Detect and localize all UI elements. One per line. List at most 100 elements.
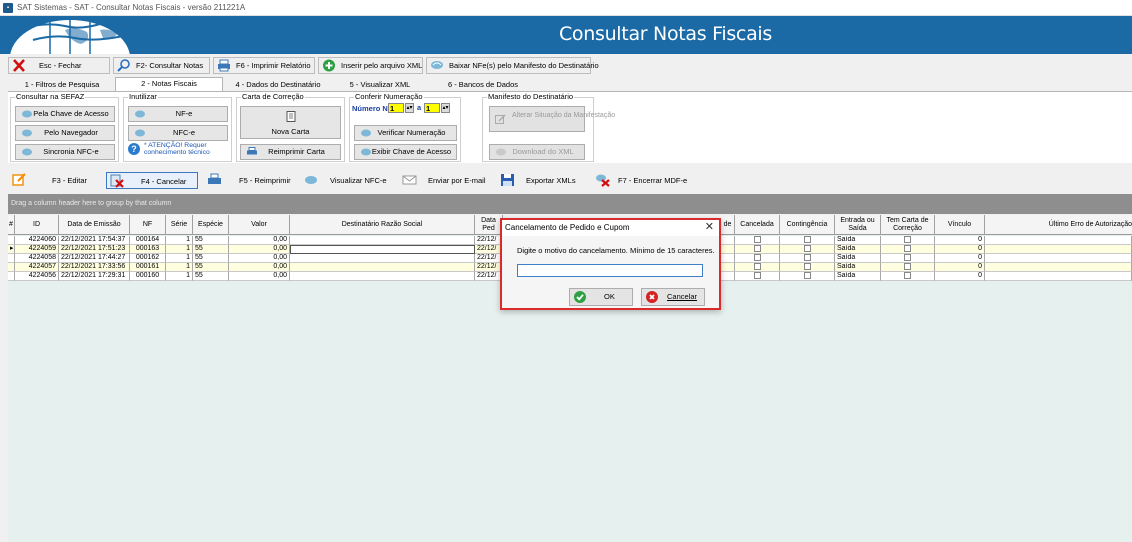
check-icon [574, 291, 586, 303]
col-valor[interactable]: Valor [229, 215, 290, 235]
cell-entrada: Saída [835, 272, 881, 281]
inutilizar-nfe-button[interactable]: NF-e [128, 106, 228, 122]
window-titlebar: ▪ SAT Sistemas - SAT - Consultar Notas F… [0, 0, 1132, 16]
group-numeracao-legend: Conferir Numeração [354, 92, 424, 101]
tab-visualizar-xml[interactable]: 5 - Visualizar XML [330, 79, 430, 91]
cell-cancelada [735, 245, 780, 254]
cell-entrada: Saída [835, 236, 881, 245]
cell-destinatario [290, 272, 475, 281]
tab-notas-fiscais[interactable]: 2 - Notas Fiscais [115, 77, 223, 92]
reimprimir-button[interactable]: F5 - Reimprimir [205, 172, 295, 189]
numero-final-field[interactable]: 1 [424, 103, 440, 113]
printer-icon [218, 59, 230, 72]
cell-serie: 1 [166, 236, 193, 245]
col-data-emissao[interactable]: Data de Emissão [59, 215, 130, 235]
col-especie[interactable]: Espécie [193, 215, 229, 235]
cell-vinculo: 0 [935, 272, 985, 281]
pela-chave-button[interactable]: Pela Chave de Acesso [15, 106, 115, 122]
checkbox[interactable] [904, 263, 911, 270]
checkbox[interactable] [803, 254, 811, 261]
cancelar-nota-button[interactable]: F4 - Cancelar [106, 172, 198, 189]
consultar-notas-button[interactable]: F2- Consultar Notas [113, 57, 210, 74]
col-de[interactable]: de [721, 215, 735, 235]
edit-icon [495, 114, 506, 124]
sefaz-icon [361, 129, 371, 137]
ok-button[interactable]: OK [569, 288, 633, 306]
download-icon [431, 61, 443, 69]
pelo-navegador-label: Pelo Navegador [44, 128, 98, 137]
col-vinculo[interactable]: Vínculo [935, 215, 985, 235]
cell-emissao: 22/12/2021 17:51:23 [59, 245, 130, 254]
tab-filtros[interactable]: 1 - Filtros de Pesquisa [12, 79, 112, 91]
exibir-chave-button[interactable]: Exibir Chave de Acesso [354, 144, 457, 160]
checkbox[interactable] [803, 272, 811, 279]
enviar-email-button[interactable]: Enviar por E-mail [400, 172, 490, 189]
imprimir-relatorio-button[interactable]: F6 - Imprimir Relatório [213, 57, 315, 74]
col-cancelada[interactable]: Cancelada [735, 215, 780, 235]
col-marker[interactable]: # [8, 215, 15, 235]
checkbox[interactable] [803, 236, 811, 243]
dialog-close-icon[interactable]: ✕ [705, 220, 714, 235]
cell-serie: 1 [166, 272, 193, 281]
tab-bancos-dados[interactable]: 6 - Bancos de Dados [433, 79, 533, 91]
verificar-numeracao-button[interactable]: Verificar Numeração [354, 125, 457, 141]
spin-arrows-icon[interactable]: ▴▾ [405, 103, 414, 113]
col-id[interactable]: ID [15, 215, 59, 235]
dialog-title: Cancelamento de Pedido e Cupom [502, 220, 719, 236]
checkbox[interactable] [753, 272, 761, 279]
col-ultimo-erro[interactable]: Último Erro de Autorização [985, 215, 1132, 235]
pelo-navegador-button[interactable]: Pelo Navegador [15, 125, 115, 141]
inutilizar-nfe-label: NF-e [175, 109, 193, 118]
motivo-input[interactable] [517, 264, 703, 277]
checkbox[interactable] [904, 236, 911, 243]
cell-id: 4224059 [15, 245, 59, 254]
checkbox[interactable] [753, 236, 761, 243]
reimprimir-carta-button[interactable]: Reimprimir Carta [240, 144, 341, 160]
encerrar-mdfe-button[interactable]: F7 - Encerrar MDF-e [593, 172, 693, 189]
cancel-button[interactable]: Cancelar [641, 288, 705, 306]
checkbox[interactable] [904, 254, 911, 261]
alterar-situacao-button[interactable]: Alterar Situação da Manifestação [489, 106, 615, 132]
editar-button[interactable]: F3 - Editar [10, 172, 102, 189]
verificar-numeracao-label: Verificar Numeração [377, 128, 446, 137]
visualizar-nfce-button[interactable]: Visualizar NFC-e [302, 172, 390, 189]
numero-inicial-field[interactable]: 1 [388, 103, 404, 113]
col-nf[interactable]: NF [130, 215, 166, 235]
col-contingencia[interactable]: Contingência [780, 215, 835, 235]
nova-carta-button[interactable]: Nova Carta [240, 106, 341, 139]
checkbox[interactable] [803, 263, 811, 270]
cell-contingencia [780, 263, 835, 272]
checkbox[interactable] [753, 245, 761, 252]
group-inutilizar-legend: Inutilizar [128, 92, 158, 101]
cell-marker [8, 263, 15, 272]
tab-destinatario[interactable]: 4 - Dados do Destinatário [228, 79, 328, 91]
close-button[interactable]: Esc - Fechar [8, 57, 110, 74]
download-xml-button[interactable]: Download do XML [489, 144, 585, 160]
cell-entrada: Saída [835, 254, 881, 263]
plus-icon [323, 59, 335, 72]
cancelamento-dialog: Cancelamento de Pedido e Cupom ✕ Digite … [500, 218, 721, 310]
col-serie[interactable]: Série [166, 215, 193, 235]
inutilizar-nfce-button[interactable]: NFC-e [128, 125, 228, 141]
col-data-pedido[interactable]: Data Ped [475, 215, 503, 235]
spin-arrows-icon[interactable]: ▴▾ [441, 103, 450, 113]
col-destinatario[interactable]: Destinatário Razão Social [290, 215, 475, 235]
checkbox[interactable] [904, 245, 911, 252]
exportar-xmls-button[interactable]: Exportar XMLs [498, 172, 584, 189]
col-carta-correcao[interactable]: Tem Carta de Correção [881, 215, 935, 235]
inserir-xml-button[interactable]: Inserir pelo arquivo XML [318, 57, 423, 74]
checkbox[interactable] [803, 245, 811, 252]
editar-label: F3 - Editar [52, 176, 88, 185]
cell-nf: 000163 [130, 245, 166, 254]
cell-erro [985, 236, 1132, 245]
search-icon [117, 59, 130, 72]
cell-erro [985, 254, 1132, 263]
sincronia-nfce-button[interactable]: Sincronia NFC-e [15, 144, 115, 160]
baixar-nfe-button[interactable]: Baixar NFe(s) pelo Manifesto do Destinat… [426, 57, 599, 74]
checkbox[interactable] [904, 272, 911, 279]
col-entrada-saida[interactable]: Entrada ou Saída [835, 215, 881, 235]
checkbox[interactable] [753, 254, 761, 261]
group-by-bar[interactable]: Drag a column header here to group by th… [8, 194, 1132, 214]
checkbox[interactable] [753, 263, 761, 270]
cell-serie: 1 [166, 263, 193, 272]
